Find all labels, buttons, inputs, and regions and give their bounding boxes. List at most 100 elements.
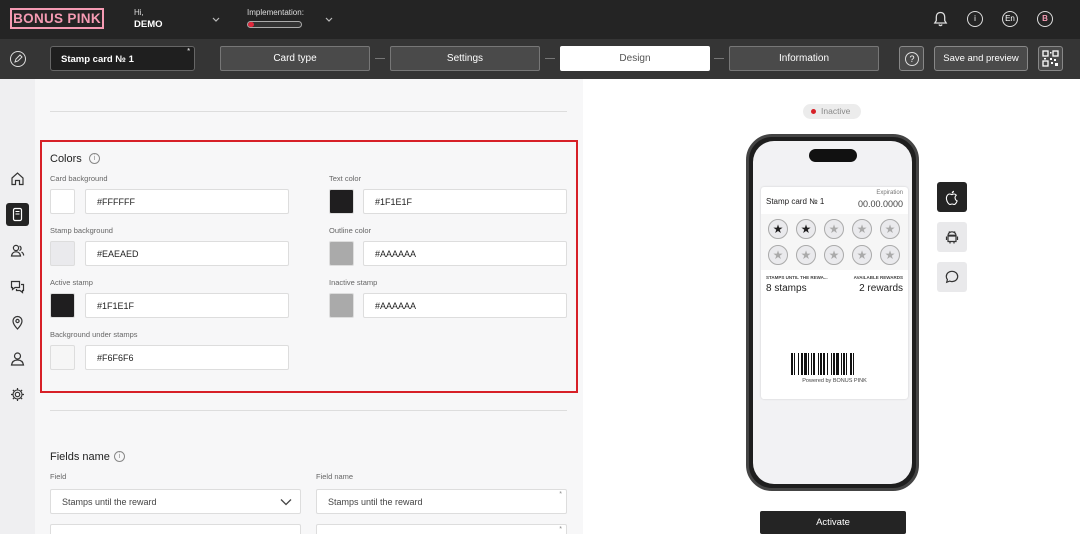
step-settings[interactable]: Settings bbox=[390, 46, 540, 71]
step-information[interactable]: Information bbox=[729, 46, 879, 71]
save-and-preview-button[interactable]: Save and preview bbox=[934, 46, 1028, 71]
barcode-bar bbox=[827, 353, 828, 375]
inactive-stamp-swatch[interactable] bbox=[329, 293, 354, 318]
outline-color-input[interactable]: #AAAAAA bbox=[363, 241, 567, 266]
field-name-column-label: Field name bbox=[316, 472, 354, 481]
required-mark: * bbox=[187, 48, 190, 55]
user-name[interactable]: DEMO bbox=[134, 19, 163, 30]
background-under-stamps-label: Background under stamps bbox=[50, 330, 138, 339]
barcode-bar bbox=[820, 353, 822, 375]
fields-name-info-icon[interactable]: i bbox=[114, 451, 125, 462]
settings-icon bbox=[11, 388, 24, 401]
location-icon bbox=[12, 315, 23, 330]
stamp-inactive: ★ bbox=[852, 245, 872, 265]
card-name-input[interactable]: Stamp card № 1 * bbox=[50, 46, 195, 71]
colors-info-icon[interactable]: i bbox=[89, 153, 100, 164]
chevron-down-icon bbox=[280, 499, 292, 506]
user-menu-chevron-icon[interactable] bbox=[212, 15, 220, 23]
barcode-bar bbox=[823, 353, 825, 375]
sidebar-item-locations[interactable] bbox=[6, 311, 29, 334]
inactive-stamp-input[interactable]: #AAAAAA bbox=[363, 293, 567, 318]
powered-by: Powered by BONUS PINK bbox=[802, 378, 867, 384]
active-stamp-label: Active stamp bbox=[50, 278, 93, 287]
stamp-background-label: Stamp background bbox=[50, 226, 113, 235]
step-separator bbox=[375, 58, 385, 59]
field-name-value: Stamps until the reward bbox=[328, 497, 423, 507]
stamp-background-input[interactable]: #EAEAED bbox=[85, 241, 289, 266]
help-icon: ? bbox=[905, 52, 919, 66]
status-badge: Inactive bbox=[803, 104, 861, 119]
status-text: Inactive bbox=[821, 106, 851, 116]
inactive-stamp-label: Inactive stamp bbox=[329, 278, 378, 287]
background-under-stamps-swatch[interactable] bbox=[50, 345, 75, 370]
active-stamp-swatch[interactable] bbox=[50, 293, 75, 318]
profile-icon bbox=[10, 352, 25, 366]
apple-preview-button[interactable] bbox=[937, 182, 967, 212]
android-preview-button[interactable] bbox=[937, 222, 967, 252]
avatar[interactable]: B bbox=[1037, 11, 1053, 27]
barcode-bar bbox=[811, 353, 812, 375]
phone-screen: Stamp card № 1 Expiration 00.00.0000 ★ ★ ★… bbox=[753, 141, 912, 484]
rewards-value: 2 rewards bbox=[859, 283, 903, 294]
text-color-input[interactable]: #1F1E1F bbox=[363, 189, 567, 214]
stamps-area: ★ ★ ★ ★ ★ ★ ★ ★ ★ ★ bbox=[761, 214, 908, 270]
apple-icon bbox=[945, 190, 958, 205]
brand-logo[interactable]: BONUS PINK bbox=[10, 8, 104, 29]
card-background-swatch[interactable] bbox=[50, 189, 75, 214]
step-card-type[interactable]: Card type bbox=[220, 46, 370, 71]
field-name-input[interactable]: * bbox=[316, 524, 567, 534]
field-column-label: Field bbox=[50, 472, 67, 481]
help-button[interactable]: ? bbox=[899, 46, 924, 71]
sidebar-item-home[interactable] bbox=[6, 167, 29, 190]
field-select[interactable] bbox=[50, 524, 301, 534]
message-preview-button[interactable] bbox=[937, 262, 967, 292]
active-stamp-input[interactable]: #1F1E1F bbox=[85, 293, 289, 318]
barcode-bar bbox=[813, 353, 815, 375]
card-name-value: Stamp card № 1 bbox=[61, 54, 134, 65]
android-icon bbox=[945, 231, 959, 244]
step-separator bbox=[714, 58, 724, 59]
stamp-active: ★ bbox=[768, 219, 788, 239]
stamp-inactive: ★ bbox=[852, 219, 872, 239]
barcode-bar bbox=[804, 353, 807, 375]
barcode-bar bbox=[841, 353, 842, 375]
card-background-input[interactable]: #FFFFFF bbox=[85, 189, 289, 214]
stamp-inactive: ★ bbox=[824, 219, 844, 239]
stamp-inactive: ★ bbox=[880, 245, 900, 265]
barcode-bar bbox=[836, 353, 839, 375]
field-name-input[interactable]: Stamps until the reward * bbox=[316, 489, 567, 514]
sidebar-item-messages[interactable] bbox=[6, 275, 29, 298]
greeting: Hi, bbox=[134, 8, 144, 17]
step-design[interactable]: Design bbox=[560, 46, 710, 71]
barcode-bar bbox=[798, 353, 799, 375]
barcode-bar bbox=[791, 353, 793, 375]
outline-color-swatch[interactable] bbox=[329, 241, 354, 266]
expiration-value: 00.00.0000 bbox=[857, 199, 903, 209]
sidebar-item-users[interactable] bbox=[6, 239, 29, 262]
bell-icon[interactable] bbox=[933, 11, 948, 27]
pass-title: Stamp card № 1 bbox=[766, 197, 825, 206]
stamp-background-swatch[interactable] bbox=[50, 241, 75, 266]
sidebar-item-cards[interactable] bbox=[6, 203, 29, 226]
language-switch[interactable]: En bbox=[1002, 11, 1018, 27]
barcode-bar bbox=[833, 353, 835, 375]
field-select-value: Stamps until the reward bbox=[62, 497, 157, 507]
activate-button[interactable]: Activate bbox=[760, 511, 906, 534]
sidebar-item-settings[interactable] bbox=[6, 383, 29, 406]
phone-mockup: Stamp card № 1 Expiration 00.00.0000 ★ ★ ★… bbox=[746, 134, 919, 491]
stamp-inactive: ★ bbox=[880, 219, 900, 239]
barcode-bar bbox=[808, 353, 809, 375]
field-select[interactable]: Stamps until the reward bbox=[50, 489, 301, 514]
qr-code-button[interactable] bbox=[1038, 46, 1063, 71]
barcode-bar bbox=[831, 353, 832, 375]
text-color-swatch[interactable] bbox=[329, 189, 354, 214]
sidebar-item-profile[interactable] bbox=[6, 347, 29, 370]
top-bar: BONUS PINK Hi, DEMO Implementation: i En… bbox=[0, 0, 1080, 39]
info-icon[interactable]: i bbox=[967, 11, 983, 27]
implementation-chevron-icon[interactable] bbox=[325, 15, 333, 23]
design-form: Colors i Card background #FFFFFF Text co… bbox=[35, 79, 583, 534]
text-color-label: Text color bbox=[329, 174, 362, 183]
background-under-stamps-input[interactable]: #F6F6F6 bbox=[85, 345, 289, 370]
edit-icon[interactable] bbox=[10, 51, 26, 67]
stamps-left-value: 8 stamps bbox=[766, 283, 807, 294]
